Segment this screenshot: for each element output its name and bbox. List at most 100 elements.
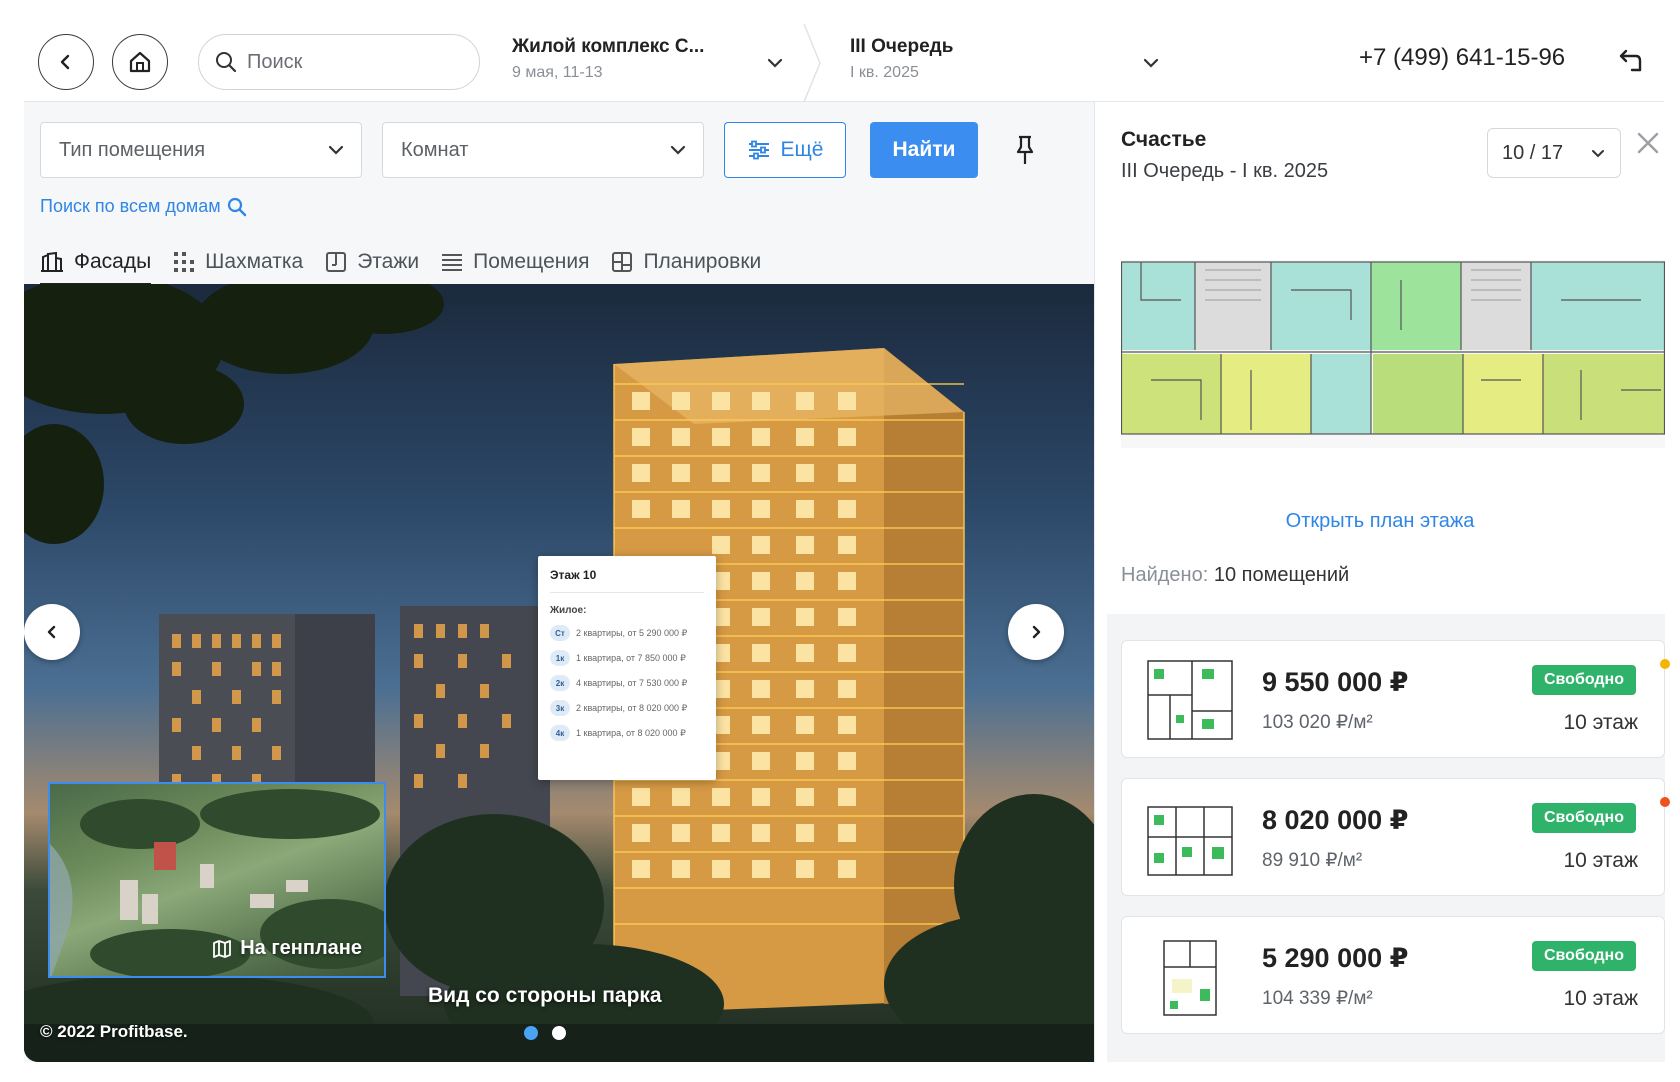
undo-icon[interactable] [1614,46,1644,76]
status-badge: Свободно [1532,665,1636,695]
chevron-down-icon [1592,150,1604,158]
map-icon [213,939,232,958]
listing-marker [1660,797,1670,807]
room-badge: 4к [550,725,570,741]
queue-subtitle: I кв. 2025 [850,64,919,81]
listing-price-per-m2: 89 910 ₽/м² [1262,850,1363,871]
tab-label: Фасады [74,250,152,273]
floor-tooltip-row: Ст 2 квартиры, от 5 290 000 ₽ [550,625,704,641]
floor-tooltip-row: 4к 1 квартира, от 8 020 000 ₽ [550,725,704,741]
tab-label: Помещения [473,250,590,273]
home-icon [129,51,151,73]
back-button[interactable] [38,34,94,90]
complex-title: Жилой комплекс С... [512,36,705,57]
status-badge: Свободно [1532,803,1636,833]
slide-dot-active[interactable] [524,1026,538,1040]
room-type-label: Тип помещения [59,138,206,161]
floor-tooltip-row-text: 4 квартиры, от 7 530 000 ₽ [576,677,688,688]
search-icon [216,52,237,73]
complex-selector[interactable]: Жилой комплекс С... 9 мая, 11-13 [512,36,704,82]
status-badge: Свободно [1532,941,1636,971]
tab-facades[interactable]: Фасады [40,240,152,286]
chevron-right-icon [1032,625,1041,639]
chevron-down-icon [670,145,686,155]
genplan-label-text: На генплане [240,937,362,959]
phone-number[interactable]: +7 (499) 641-15-96 [1359,44,1565,72]
apartment-plan-thumb [1147,806,1233,876]
listing-price: 5 290 000 ₽ [1262,943,1409,973]
app-root: Жилой комплекс С... 9 мая, 11-13 III Оче… [0,0,1680,1082]
more-filters-button[interactable]: Ещё [724,122,846,178]
room-type-select[interactable]: Тип помещения [40,122,362,178]
home-button[interactable] [112,34,168,90]
listing-price: 9 550 000 ₽ [1262,667,1409,697]
listing-price: 8 020 000 ₽ [1262,805,1409,835]
tab-label: Планировки [643,250,762,273]
close-icon[interactable] [1635,130,1661,156]
search-all-houses-label: Поиск по всем домам [40,196,221,216]
chevron-left-icon [47,625,56,639]
facade-viewer[interactable]: Этаж 10 Жилое: Ст 2 квартиры, от 5 290 00… [24,284,1094,1062]
view-tabs: Фасады Шахматка Этажи Помещения Планиров… [40,240,761,286]
search-input[interactable] [247,50,447,74]
floor-tooltip-row-text: 2 квартиры, от 8 020 000 ₽ [576,702,688,713]
queue-selector[interactable]: III Очередь I кв. 2025 [850,36,953,82]
next-slide-button[interactable] [1008,604,1064,660]
chevron-left-icon [60,54,70,70]
search-field[interactable] [198,34,480,90]
rooms-select[interactable]: Комнат [382,122,704,178]
listing-marker [1660,659,1670,669]
floor-tooltip: Этаж 10 Жилое: Ст 2 квартиры, от 5 290 00… [538,556,716,780]
room-badge: 3к [550,700,570,716]
floor-plan-image[interactable] [1121,260,1665,448]
facade-caption: Вид со стороны парка [428,984,662,1007]
tab-chessboard[interactable]: Шахматка [173,240,303,284]
search-all-houses-link[interactable]: Поиск по всем домам [40,196,247,217]
genplan-thumbnail[interactable]: На генплане [48,782,386,978]
tab-premises[interactable]: Помещения [441,240,589,284]
room-badge: 2к [550,675,570,691]
tab-floors[interactable]: Этажи [325,240,419,284]
listing-card[interactable]: 5 290 000 ₽ 104 339 ₽/м² Свободно 10 эта… [1121,916,1665,1034]
listing-floor: 10 этаж [1563,711,1638,734]
tab-label: Шахматка [205,250,304,273]
room-badge: 1к [550,650,570,666]
floor-details-panel: Счастье III Очередь - I кв. 2025 10 / 17 [1094,102,1670,1062]
rooms-label: Комнат [401,138,469,161]
chevron-down-icon[interactable] [1142,54,1160,72]
floor-tooltip-row-text: 1 квартира, от 8 020 000 ₽ [576,727,686,738]
found-value: 10 помещений [1213,564,1350,586]
listing-price-per-m2: 104 339 ₽/м² [1262,988,1373,1009]
floors-icon [326,252,347,272]
floor-selector[interactable]: 10 / 17 [1487,128,1621,178]
listing-floor: 10 этаж [1563,987,1638,1010]
prev-slide-button[interactable] [24,604,80,660]
grid-dots-icon [174,252,195,272]
building-icon [41,251,63,272]
floor-tooltip-row-text: 1 квартира, от 7 850 000 ₽ [576,652,686,663]
chevron-down-icon[interactable] [766,54,784,72]
open-floor-plan-link[interactable]: Открыть план этажа [1095,510,1613,533]
found-label: Найдено: [1121,564,1209,586]
breadcrumb-separator [803,24,821,102]
floor-tooltip-row: 2к 4 квартиры, от 7 530 000 ₽ [550,675,704,691]
sliders-icon [748,140,769,160]
listing-card[interactable]: 8 020 000 ₽ 89 910 ₽/м² Свободно 10 этаж [1121,778,1670,896]
listing-card[interactable]: 9 550 000 ₽ 103 020 ₽/м² Свободно 10 эта… [1121,640,1670,758]
pin-icon[interactable] [1014,134,1036,166]
tab-label: Этажи [357,250,420,273]
left-panel: Тип помещения Комнат Ещё Найти Поиск по … [24,102,1094,1062]
copyright-text: © 2022 Profitbase. [40,1022,188,1041]
top-header: Жилой комплекс С... 9 мая, 11-13 III Оче… [24,24,1664,102]
layout-icon [612,252,633,272]
floor-tooltip-title: Этаж 10 [550,568,704,593]
tab-layouts[interactable]: Планировки [611,240,761,284]
listing-price-per-m2: 103 020 ₽/м² [1262,712,1373,733]
genplan-label: На генплане [212,937,362,960]
room-badge: Ст [550,625,570,641]
slide-dot[interactable] [552,1026,566,1040]
found-count: Найдено: 10 помещений [1121,564,1349,587]
floor-tooltip-row: 1к 1 квартира, от 7 850 000 ₽ [550,650,704,666]
house-title: Счастье [1121,128,1207,151]
find-button[interactable]: Найти [870,122,978,178]
